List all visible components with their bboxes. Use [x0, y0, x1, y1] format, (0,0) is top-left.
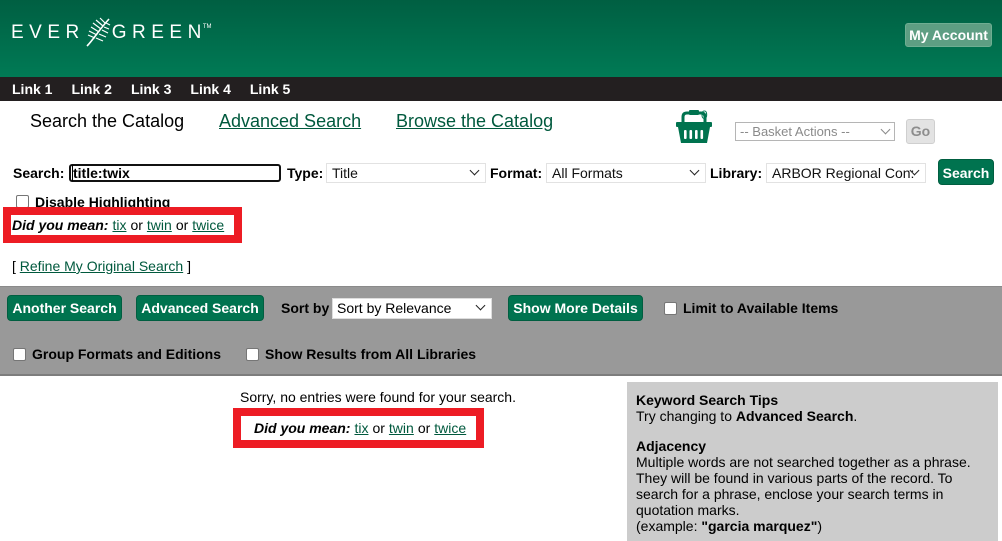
- search-input-value: title:twix: [72, 165, 130, 181]
- did-you-mean-results: Did you mean: tix or twin or twice: [233, 408, 484, 448]
- search-button[interactable]: Search: [938, 159, 994, 185]
- tips-heading: Keyword Search Tips: [636, 392, 779, 408]
- suggestion-link-twin[interactable]: twin: [389, 420, 414, 436]
- tips-try-bold: Advanced Search: [735, 408, 854, 424]
- tips-try-line: Try changing to Advanced Search.: [636, 408, 989, 424]
- type-select[interactable]: Title: [326, 163, 486, 183]
- did-you-mean-label: Did you mean:: [254, 420, 351, 436]
- suggestion-link-tix[interactable]: tix: [112, 217, 126, 233]
- basket-icon[interactable]: [674, 109, 714, 145]
- logo-trademark: TM: [202, 24, 212, 30]
- example-bold: "garcia marquez": [701, 518, 818, 534]
- basket-actions-value: -- Basket Actions --: [740, 124, 850, 139]
- logo-text-right: GREEN: [111, 22, 207, 43]
- chevron-down-icon: [689, 165, 700, 176]
- fern-leaf-icon: [86, 17, 111, 47]
- separator-text: or: [130, 217, 143, 233]
- all-libraries-option[interactable]: Show Results from All Libraries: [246, 346, 476, 362]
- suggestion-link-twice[interactable]: twice: [434, 420, 466, 436]
- example-suffix: ): [817, 518, 823, 534]
- refine-search-link[interactable]: Refine My Original Search: [20, 258, 183, 274]
- another-search-button[interactable]: Another Search: [7, 295, 122, 321]
- sort-select-value: Sort by Relevance: [337, 300, 452, 316]
- adjacency-example: (example: "garcia marquez"): [636, 518, 989, 534]
- results-toolbar: Another Search Advanced Search Sort by S…: [0, 286, 1002, 376]
- search-input[interactable]: title:twix: [69, 164, 281, 182]
- all-libraries-checkbox[interactable]: [246, 347, 259, 361]
- separator-text: or: [175, 217, 189, 233]
- nav-link-5[interactable]: Link 5: [250, 81, 290, 97]
- refine-search: [ Refine My Original Search ]: [12, 258, 191, 274]
- all-libraries-label: Show Results from All Libraries: [265, 346, 477, 362]
- nav-link-2[interactable]: Link 2: [71, 81, 111, 97]
- top-navigation: Link 1 Link 2 Link 3 Link 4 Link 5: [0, 77, 1002, 101]
- format-label: Format:: [490, 165, 543, 181]
- group-formats-checkbox[interactable]: [13, 347, 26, 361]
- group-formats-label: Group Formats and Editions: [32, 346, 222, 362]
- nav-link-4[interactable]: Link 4: [190, 81, 230, 97]
- tips-try-suffix: .: [853, 408, 858, 424]
- separator-text: or: [417, 420, 431, 436]
- basket-count-badge: 0: [701, 108, 708, 122]
- tips-try-prefix: Try changing to: [636, 408, 736, 424]
- type-select-value: Title: [332, 165, 358, 181]
- sort-by-label: Sort by: [281, 300, 330, 316]
- search-label: Search:: [13, 165, 65, 181]
- evergreen-logo[interactable]: EVER GREEN TM: [11, 16, 212, 50]
- suggestion-link-twin[interactable]: twin: [147, 217, 172, 233]
- tab-search-catalog: Search the Catalog: [30, 111, 185, 131]
- library-label: Library:: [710, 165, 763, 181]
- chevron-down-icon: [475, 300, 486, 311]
- chevron-down-icon: [880, 124, 891, 135]
- library-select[interactable]: ARBOR Regional Con:: [766, 163, 926, 183]
- site-header: EVER GREEN TM My Account: [0, 0, 1002, 77]
- tab-advanced-search[interactable]: Advanced Search: [219, 111, 361, 132]
- nav-link-3[interactable]: Link 3: [131, 81, 171, 97]
- adjacency-text: Multiple words are not searched together…: [636, 454, 971, 518]
- tab-browse-catalog[interactable]: Browse the Catalog: [396, 111, 553, 132]
- format-select[interactable]: All Formats: [546, 163, 706, 183]
- keyword-search-tips: Keyword Search Tips Try changing to Adva…: [627, 382, 998, 541]
- adjacency-heading: Adjacency: [636, 438, 707, 454]
- limit-available-option[interactable]: Limit to Available Items: [664, 300, 838, 316]
- limit-available-label: Limit to Available Items: [683, 300, 839, 316]
- separator-text: or: [372, 420, 385, 436]
- format-select-value: All Formats: [552, 165, 623, 181]
- refine-open-bracket: [: [12, 258, 16, 274]
- example-prefix: (example:: [636, 518, 702, 534]
- did-you-mean-label: Did you mean:: [12, 217, 109, 233]
- type-label: Type:: [287, 165, 324, 181]
- refine-close-bracket: ]: [187, 258, 191, 274]
- show-more-details-button[interactable]: Show More Details: [508, 295, 643, 321]
- did-you-mean-top: Did you mean: tix or twin or twice: [3, 207, 242, 243]
- no-results-message: Sorry, no entries were found for your se…: [240, 389, 516, 405]
- advanced-search-button[interactable]: Advanced Search: [136, 295, 264, 321]
- basket-go-button[interactable]: Go: [906, 119, 935, 144]
- library-select-value: ARBOR Regional Con:: [772, 165, 915, 181]
- sort-select[interactable]: Sort by Relevance: [332, 298, 492, 319]
- group-formats-option[interactable]: Group Formats and Editions: [13, 346, 221, 362]
- nav-link-1[interactable]: Link 1: [12, 81, 52, 97]
- suggestion-link-tix[interactable]: tix: [354, 420, 368, 436]
- basket-actions-select[interactable]: -- Basket Actions --: [735, 122, 895, 141]
- my-account-button[interactable]: My Account: [905, 23, 992, 47]
- logo-text-left: EVER: [11, 22, 85, 43]
- chevron-down-icon: [469, 165, 480, 176]
- disable-highlighting-checkbox[interactable]: [16, 194, 29, 208]
- limit-available-checkbox[interactable]: [664, 301, 677, 315]
- suggestion-link-twice[interactable]: twice: [192, 217, 224, 233]
